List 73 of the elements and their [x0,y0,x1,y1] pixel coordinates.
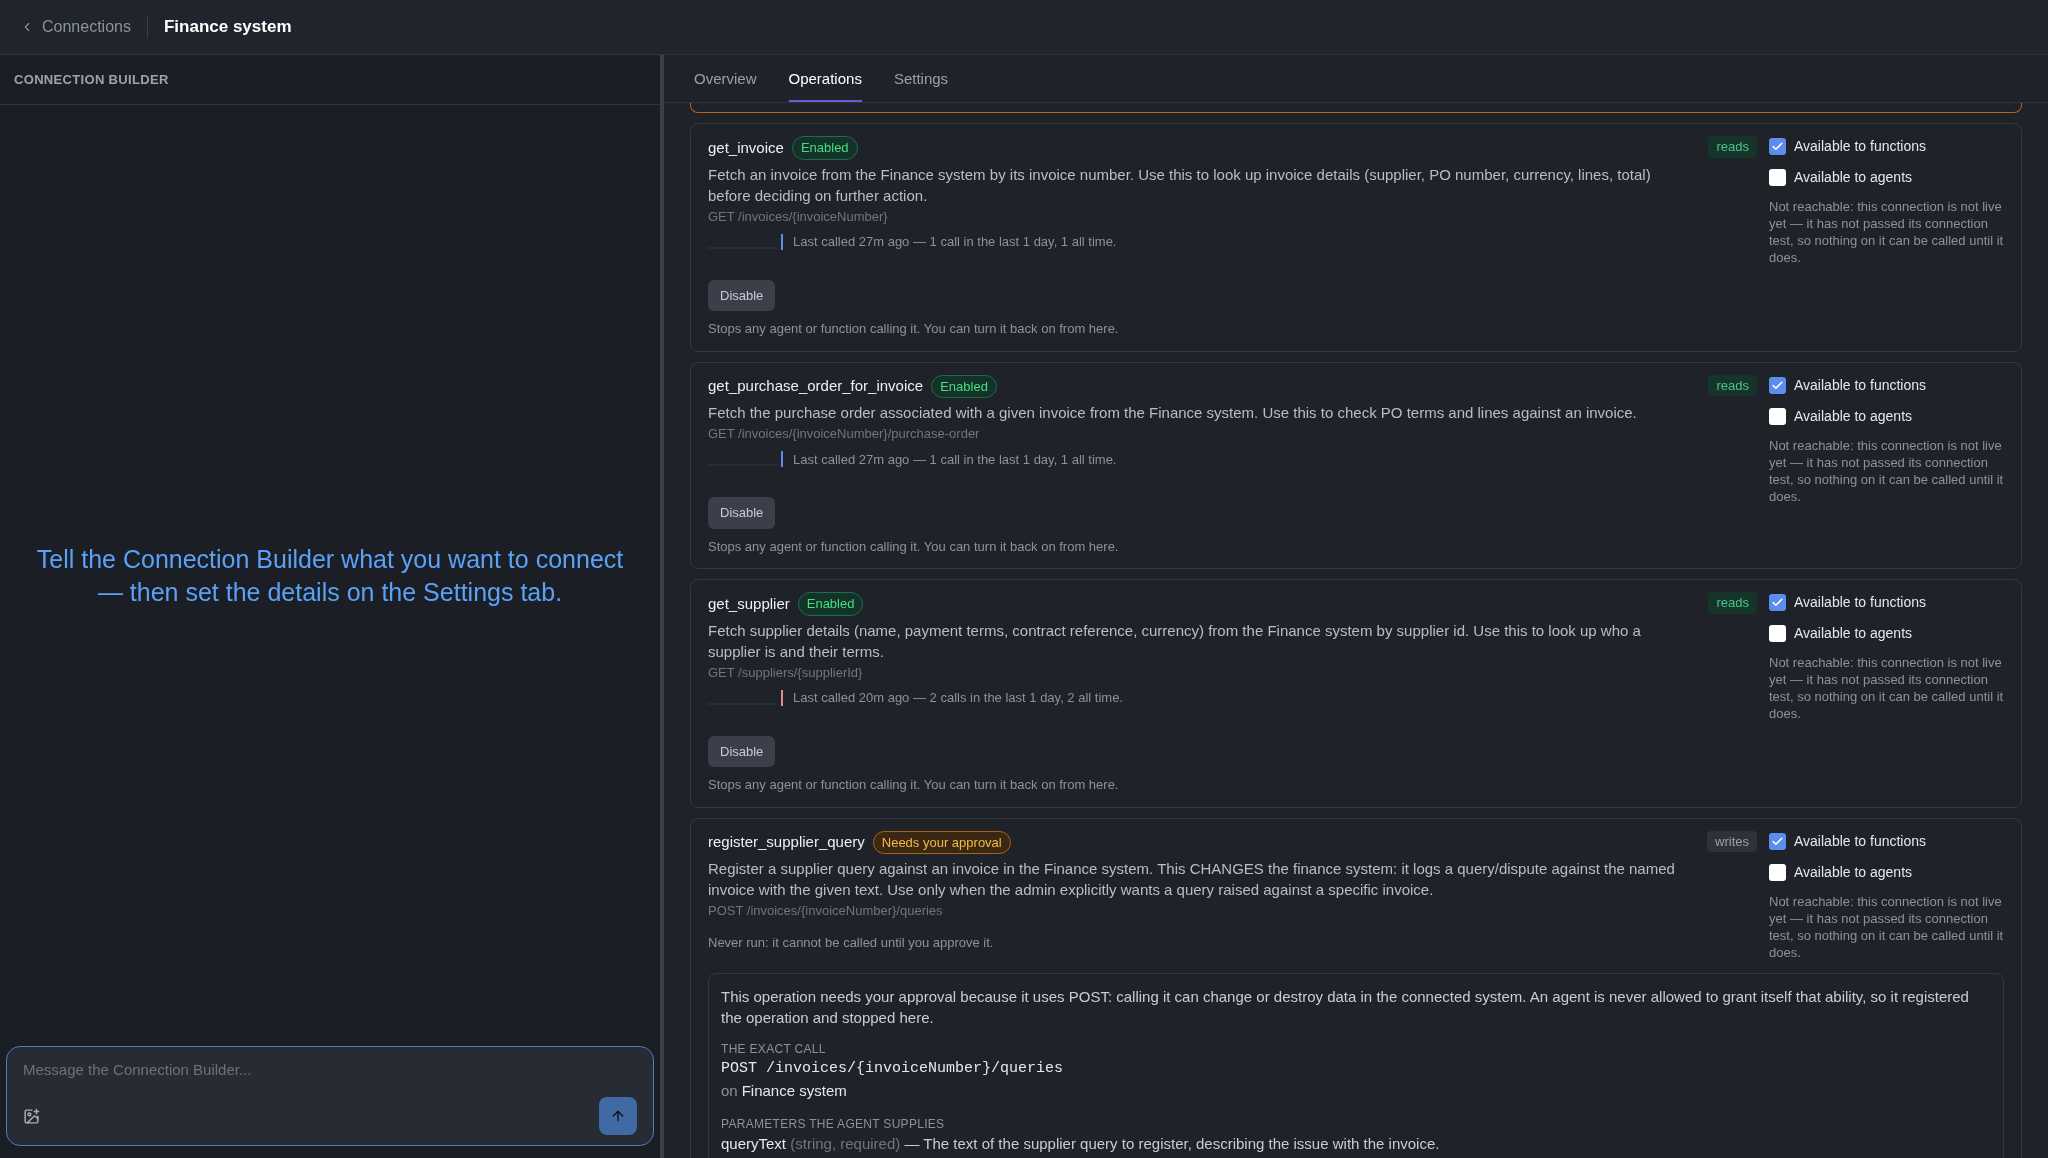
endpoint: GET /invoices/{invoiceNumber}/purchase-order [708,425,981,443]
page-title: Finance system [163,16,292,39]
section-heading: THE EXACT CALL [721,1040,827,1058]
panel-title: CONNECTION BUILDER [14,70,169,89]
activity-text: Last called 20m ago — 2 calls in the last 1 day, 2 all time. [793,689,1123,707]
checkbox-label: Available to agents [1794,168,1913,187]
access-badge: reads [1708,136,1757,158]
builder-prompt: Tell the Connection Builder what you want to connect — then set the details on the Settings tab. [35,543,625,608]
reachability-note: Not reachable: this connection is not live yet — it has not passed its connection test, so nothing on it can be called until it does. [1769,198,2004,266]
operation-description: Register a supplier query against an invoice in the Finance system. This CHANGES the finance system: it logs a query/dispute against the named invoice with the given text. Use only when the admin explicitly wants a query raised against a specific invoice. [708,859,1676,900]
access-badge: reads [1708,592,1757,614]
checkbox-label: Available to functions [1794,375,1927,395]
access-badge: reads [1708,374,1757,396]
checkbox[interactable] [1769,407,1786,425]
approval-explanation: This operation needs your approval because it uses POST: calling it can change or destroy data in the connected system. An agent is never allowed to grant itself that ability, so it registered the operation and stopped here. [721,986,1970,1028]
operation-name: get_invoice [708,137,784,158]
never-run-note: Never run: it cannot be called until you approve it. [708,933,995,952]
tab[interactable]: Overview [694,67,757,102]
disable-button[interactable]: Disable [708,279,776,311]
disable-note: Stops any agent or function calling it. You can turn it back on from here. [708,537,1120,556]
call-code: POST /invoices/{invoiceNumber}/queries [721,1058,1065,1079]
check-icon [1771,834,1784,848]
checkbox-label: Available to functions [1794,593,1927,612]
message-input[interactable]: Message the Connection Builder... [6,1046,654,1146]
send-button[interactable] [599,1097,637,1135]
check-icon [1771,378,1784,392]
endpoint: GET /invoices/{invoiceNumber} [708,207,889,226]
checkbox[interactable] [1769,376,1786,394]
operation-name: get_purchase_order_for_invoice [708,376,924,396]
message-field[interactable]: Message the Connection Builder... [23,1059,637,1082]
operation-name: get_supplier [708,593,790,614]
access-badge: writes [1707,830,1757,852]
add-image-icon[interactable] [23,1107,40,1125]
operation-description: Fetch supplier details (name, payment terms, contract reference, currency) from the Finance system by supplier id. Use this to look up who a supplier is and their terms. [708,620,1642,662]
status-badge: Enabled [797,592,864,616]
checkbox-label: Available to agents [1794,624,1913,643]
checkbox[interactable] [1769,594,1786,611]
parameter-description: queryText (string, required) — The text of the supplier query to register, describing the issue with the invoice. [721,1133,1441,1154]
status-badge: Needs your approval [872,830,1011,854]
system-name: Finance system [741,1081,847,1101]
operation-description: Fetch the purchase order associated with a given invoice from the Finance system. Use this to check PO terms and lines against an invoice. [708,403,1638,423]
check-icon [1771,596,1784,609]
back-link[interactable]: Connections [20,15,131,39]
checkbox[interactable] [1769,832,1786,850]
disable-note: Stops any agent or function calling it. You can turn it back on from here. [708,776,1120,794]
checkbox-label: Available to agents [1794,862,1913,882]
endpoint: POST /invoices/{invoiceNumber}/queries [708,902,944,920]
operation-name: register_supplier_query [708,832,865,852]
send-icon [610,1108,626,1124]
operation-description: Fetch an invoice from the Finance system by its invoice number. Use this to look up invoice details (supplier, PO number, currency, lines, total) before deciding on further action. [708,164,1652,206]
activity-text: Last called 27m ago — 1 call in the last 1 day, 1 all time. [793,233,1117,251]
checkbox[interactable] [1769,625,1786,642]
reachability-note: Not reachable: this connection is not live yet — it has not passed its connection test, so nothing on it can be called until it does. [1769,654,2004,722]
checkbox-label: Available to functions [1794,831,1927,851]
reachability-note: Not reachable: this connection is not live yet — it has not passed its connection test, so nothing on it can be called until it does. [1769,436,2004,505]
status-badge: Enabled [791,136,858,160]
check-icon [1771,140,1784,153]
on-label: on [721,1081,738,1101]
disable-button[interactable]: Disable [708,735,776,767]
reachability-note: Not reachable: this connection is not live yet — it has not passed its connection test, so nothing on it can be called until it does. [1769,892,2004,961]
endpoint: GET /suppliers/{supplierId} [708,663,864,682]
checkbox-label: Available to functions [1794,137,1927,156]
activity-text: Last called 27m ago — 1 call in the last 1 day, 1 all time. [793,450,1117,469]
checkbox[interactable] [1769,169,1786,186]
checkbox-label: Available to agents [1794,406,1913,426]
disable-note: Stops any agent or function calling it. You can turn it back on from here. [708,320,1120,338]
tab[interactable]: Operations [788,67,862,102]
checkbox[interactable] [1769,138,1786,155]
tab[interactable]: Settings [893,67,949,102]
disable-button[interactable]: Disable [708,497,776,529]
section-heading: PARAMETERS THE AGENT SUPPLIES [721,1115,946,1133]
status-badge: Enabled [931,374,997,398]
checkbox[interactable] [1769,863,1786,881]
